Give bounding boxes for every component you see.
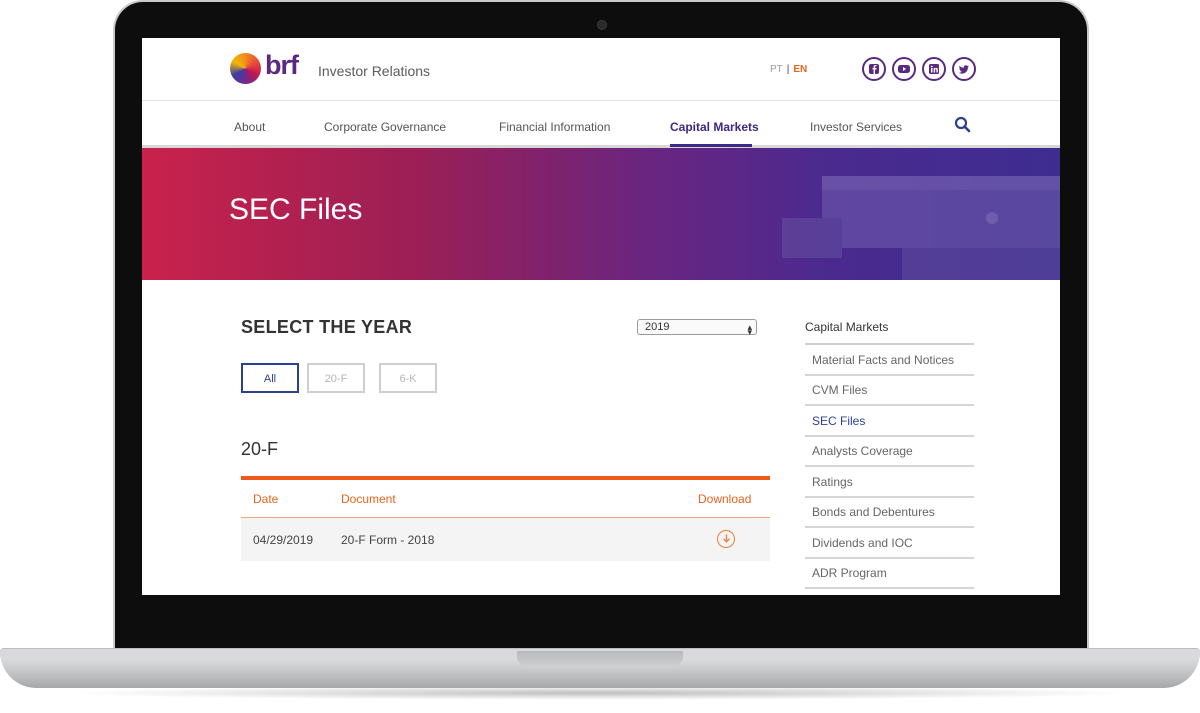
laptop-shadow — [60, 686, 1140, 700]
table-row — [241, 518, 770, 561]
year-select-value: 2019 — [645, 321, 670, 333]
nav-investor-services[interactable]: Investor Services — [810, 120, 902, 134]
linkedin-icon[interactable] — [922, 57, 946, 81]
factory-building-image — [782, 176, 1060, 280]
sidebar-item-cvm-files[interactable]: CVM Files — [805, 376, 974, 406]
sidebar-item-ratings[interactable]: Ratings — [805, 468, 974, 498]
browser-screen: brf Investor Relations PT | EN About Corpo… — [142, 38, 1060, 595]
row-date: 04/29/2019 — [253, 533, 314, 547]
year-select[interactable]: 2019 ▴ ▾ — [637, 319, 757, 337]
nav-about[interactable]: About — [234, 120, 265, 134]
lang-en-link[interactable]: EN — [793, 64, 807, 75]
filter-6k-button[interactable]: 6-K — [379, 363, 437, 393]
row-document[interactable]: 20-F Form - 2018 — [341, 533, 434, 547]
filter-all-button[interactable]: All — [241, 363, 299, 393]
sidebar-item-analysts-coverage[interactable]: Analysts Coverage — [805, 437, 974, 467]
section-title: 20-F — [241, 439, 279, 459]
brf-logo-text[interactable]: brf — [265, 50, 299, 81]
sidebar-item-bonds-debentures[interactable]: Bonds and Debentures — [805, 498, 974, 528]
youtube-icon[interactable] — [892, 57, 916, 81]
sidebar-item-material-facts[interactable]: Material Facts and Notices — [805, 346, 974, 376]
select-arrow-down-icon: ▾ — [747, 327, 752, 337]
site-title: Investor Relations — [318, 63, 431, 79]
filter-20f-button[interactable]: 20-F — [307, 363, 365, 393]
column-header-document: Document — [341, 492, 396, 506]
page-title: SEC Files — [229, 193, 363, 226]
facebook-icon[interactable] — [862, 57, 886, 81]
twitter-icon[interactable] — [952, 57, 976, 81]
nav-financial-information[interactable]: Financial Information — [499, 120, 610, 134]
column-header-date: Date — [253, 492, 279, 506]
nav-capital-markets[interactable]: Capital Markets — [670, 120, 759, 134]
language-switcher: PT | EN — [770, 64, 807, 75]
lang-separator: | — [786, 64, 790, 75]
nav-active-indicator — [670, 144, 752, 147]
hero-banner: SEC Files — [142, 148, 1060, 280]
download-icon[interactable] — [717, 530, 735, 548]
sidebar-item-adr-program[interactable]: ADR Program — [805, 559, 974, 589]
column-header-download: Download — [698, 492, 752, 506]
laptop-notch — [517, 651, 683, 668]
brf-logo-icon[interactable] — [230, 53, 261, 84]
search-icon[interactable] — [954, 116, 971, 133]
header-divider — [142, 100, 1060, 101]
camera — [597, 20, 607, 30]
sidebar-heading-divider — [805, 343, 974, 345]
sidebar-heading: Capital Markets — [805, 320, 889, 334]
select-year-heading: SELECT THE YEAR — [241, 317, 413, 337]
nav-corporate-governance[interactable]: Corporate Governance — [324, 120, 446, 134]
sidebar-item-dividends-ioc[interactable]: Dividends and IOC — [805, 529, 974, 559]
sidebar-item-sec-files[interactable]: SEC Files — [805, 407, 974, 437]
section-accent-bar — [241, 476, 770, 480]
lang-pt-link[interactable]: PT — [770, 64, 783, 75]
